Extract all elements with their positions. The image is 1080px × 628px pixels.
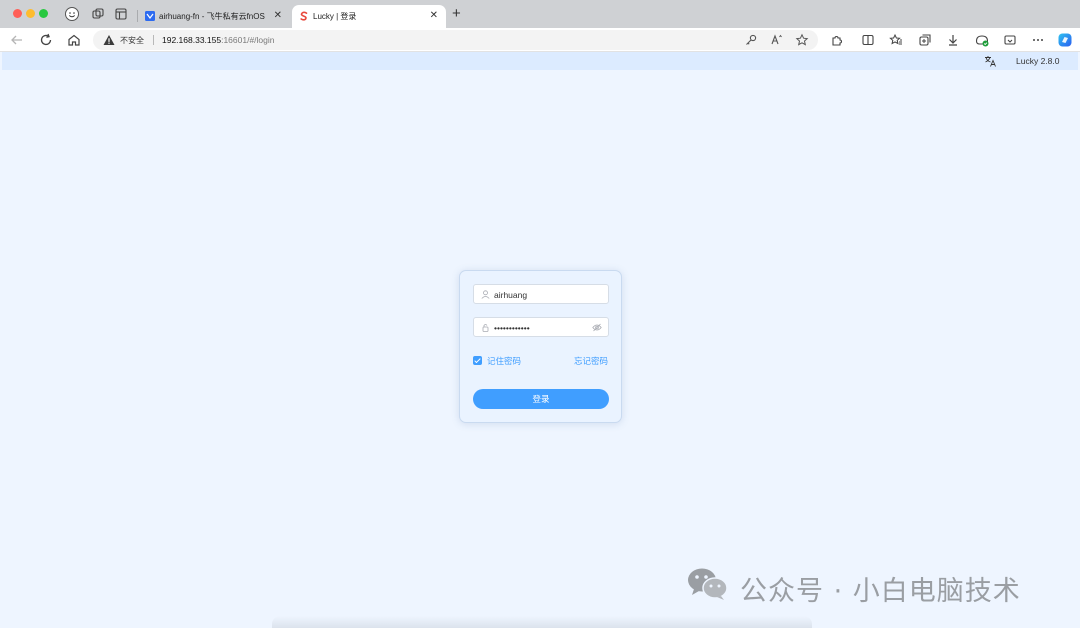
tab-close-icon[interactable]: ✕	[274, 10, 282, 22]
lock-icon	[482, 324, 489, 332]
close-window-button[interactable]	[13, 9, 22, 18]
tab-title: airhuang-fn - 飞牛私有云fnOS	[159, 12, 265, 21]
extensions-icon[interactable]	[829, 32, 845, 48]
workspaces-icon[interactable]	[90, 6, 106, 22]
tab-fnos[interactable]: airhuang-fn - 飞牛私有云fnOS ✕	[138, 5, 290, 28]
browser-toolbar: 不安全 192.168.33.155:16601/#/login	[0, 28, 1080, 52]
login-button[interactable]: 登录	[473, 389, 609, 409]
fnos-favicon-icon	[145, 11, 155, 21]
collections-icon[interactable]	[917, 32, 933, 48]
username-field[interactable]	[473, 284, 609, 304]
refresh-icon[interactable]	[38, 32, 54, 48]
split-screen-icon[interactable]	[860, 32, 876, 48]
zoom-window-button[interactable]	[39, 9, 48, 18]
back-icon[interactable]	[9, 32, 25, 48]
toggle-password-visibility-icon[interactable]	[592, 323, 602, 332]
address-bar[interactable]: 不安全 192.168.33.155:16601/#/login	[93, 30, 818, 50]
tab-strip: airhuang-fn - 飞牛私有云fnOS ✕ Lucky | 登录 ✕ +	[0, 0, 1080, 28]
tab-title: Lucky | 登录	[313, 12, 357, 21]
more-menu-icon[interactable]	[1030, 32, 1046, 48]
url-host: 192.168.33.155	[162, 35, 222, 45]
favorites-icon[interactable]	[888, 32, 904, 48]
screenshot-icon[interactable]	[1002, 32, 1018, 48]
wechat-logo-icon	[688, 568, 728, 600]
profile-icon[interactable]	[64, 6, 80, 22]
browser-window: airhuang-fn - 飞牛私有云fnOS ✕ Lucky | 登录 ✕ +…	[0, 0, 1080, 628]
minimize-window-button[interactable]	[26, 9, 35, 18]
security-label[interactable]: 不安全	[120, 35, 144, 46]
url-text[interactable]: 192.168.33.155:16601/#/login	[162, 35, 275, 45]
watermark-text: 公众号 · 小白电脑技术	[740, 576, 1021, 607]
downloads-icon[interactable]	[945, 32, 961, 48]
warning-icon[interactable]	[103, 34, 115, 46]
remember-password-label[interactable]: 记住密码	[487, 355, 521, 367]
tab-lucky-login[interactable]: Lucky | 登录 ✕	[292, 5, 446, 28]
app-version: Lucky 2.8.0	[1016, 56, 1060, 66]
url-path: :16601/#/login	[221, 35, 275, 45]
username-input[interactable]	[494, 287, 590, 302]
user-icon	[481, 290, 490, 299]
vertical-tabs-icon[interactable]	[113, 6, 129, 22]
forgot-password-link[interactable]: 忘记密码	[574, 355, 608, 367]
key-icon[interactable]	[744, 33, 758, 47]
language-translate-icon[interactable]	[984, 55, 996, 67]
lucky-favicon-icon	[300, 11, 308, 21]
home-icon[interactable]	[66, 32, 82, 48]
login-card: 记住密码 忘记密码 登录	[459, 270, 622, 423]
app-header: Lucky 2.8.0	[2, 52, 1078, 70]
tab-close-icon[interactable]: ✕	[430, 10, 438, 22]
new-tab-button[interactable]: +	[452, 6, 461, 22]
dock-shadow	[272, 616, 812, 628]
read-aloud-icon[interactable]	[770, 33, 784, 47]
password-input[interactable]	[494, 320, 590, 335]
address-separator	[153, 35, 154, 45]
copilot-icon[interactable]	[1057, 32, 1073, 48]
checkbox-checked-icon[interactable]	[473, 356, 482, 365]
browser-essentials-icon[interactable]	[974, 32, 990, 48]
page-content: Lucky 2.8.0 记住密码 忘记密码 登录	[2, 52, 1078, 628]
favorite-star-icon[interactable]	[795, 33, 809, 47]
password-field[interactable]	[473, 317, 609, 337]
